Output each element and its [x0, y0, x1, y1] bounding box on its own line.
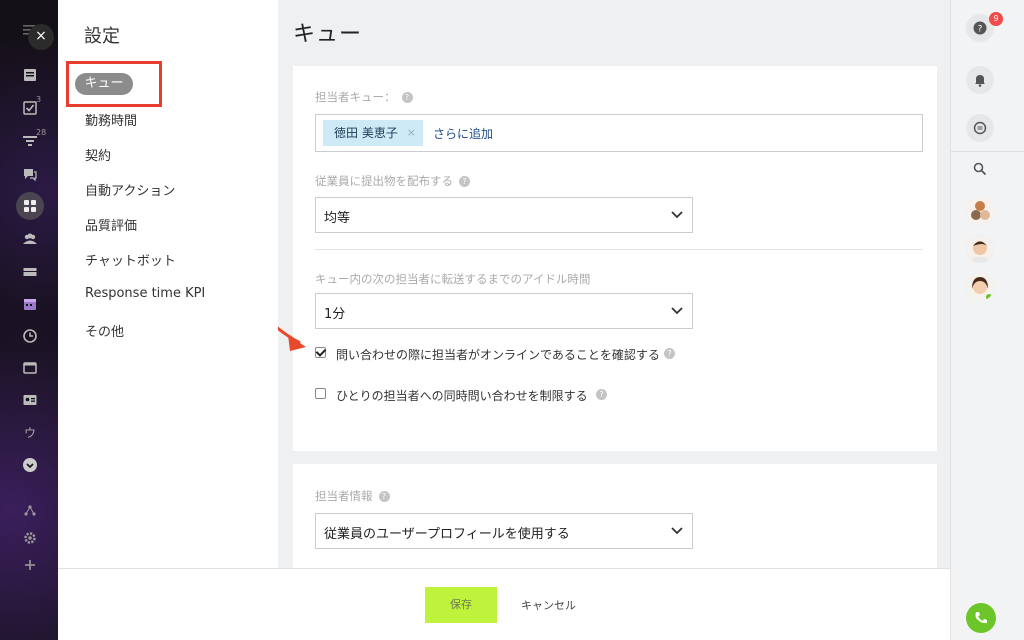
page-title: キュー: [293, 22, 363, 47]
user-avatar[interactable]: [966, 235, 994, 263]
nav-item-other[interactable]: その他: [85, 321, 124, 340]
help-icon[interactable]: ?: [664, 348, 675, 359]
settings-title: 設定: [84, 26, 120, 47]
distribute-select[interactable]: 均等: [315, 197, 693, 233]
calendar-icon[interactable]: [22, 296, 38, 312]
left-app-rail: × 3 28 ウ: [0, 0, 58, 640]
close-settings-button[interactable]: ×: [28, 24, 54, 50]
network-icon[interactable]: [22, 503, 38, 519]
nav-item-quality-rating[interactable]: 品質評価: [85, 215, 137, 234]
queue-settings-card: 担当者キュー：? 徳田 美恵子 × さらに追加 従業員に提出物を配布する? 均等…: [293, 66, 937, 451]
save-button[interactable]: 保存: [425, 587, 497, 623]
nav-item-working-hours[interactable]: 勤務時間: [85, 110, 137, 129]
chat-bubble-icon: [973, 121, 987, 135]
help-icon[interactable]: ?: [378, 491, 390, 502]
chevron-down-icon: [671, 211, 683, 219]
more-chevron-icon[interactable]: [22, 457, 38, 473]
window-icon[interactable]: [22, 360, 38, 376]
help-icon[interactable]: ?: [596, 389, 607, 400]
filter-count-badge: 28: [36, 128, 47, 137]
check-limit-row: ひとりの担当者への同時問い合わせを制限する ?: [315, 387, 615, 403]
check-online-row: 問い合わせの際に担当者がオンラインであることを確認する ?: [315, 346, 695, 362]
search-button[interactable]: [966, 155, 994, 183]
search-icon: [973, 162, 987, 176]
id-card-icon[interactable]: [22, 392, 38, 408]
divider: [315, 249, 923, 250]
check-online-label: 問い合わせの際に担当者がオンラインであることを確認する: [336, 348, 660, 362]
contacts-icon[interactable]: [22, 231, 38, 247]
settings-nav: 設定 キュー 勤務時間 契約 自動アクション 品質評価 チャットボット Resp…: [58, 0, 278, 640]
settings-gear-icon[interactable]: [22, 530, 38, 546]
red-arrow-annotation: [278, 326, 306, 351]
queue-label: 担当者キュー：?: [315, 89, 413, 105]
chat-icon[interactable]: [22, 166, 38, 182]
messages-button[interactable]: [966, 114, 994, 142]
check-limit-label: ひとりの担当者への同時問い合わせを制限する: [336, 389, 588, 403]
footer-bar: 保存 キャンセル: [58, 568, 950, 640]
nav-item-response-time-kpi[interactable]: Response time KPI: [85, 286, 205, 301]
idle-time-select[interactable]: 1分: [315, 293, 693, 329]
agent-tag: 徳田 美恵子 ×: [323, 120, 423, 146]
nav-item-chatbot[interactable]: チャットボット: [85, 250, 176, 269]
inbox-icon[interactable]: [22, 264, 38, 280]
letter-menu-item[interactable]: ウ: [22, 424, 38, 440]
call-button[interactable]: [966, 603, 996, 633]
agent-info-select[interactable]: 従業員のユーザープロフィールを使用する: [315, 513, 693, 549]
group-avatar[interactable]: [966, 197, 994, 225]
remove-tag-icon[interactable]: ×: [407, 120, 416, 146]
clock-icon[interactable]: [22, 328, 38, 344]
cancel-button[interactable]: キャンセル: [521, 597, 576, 613]
nav-item-auto-actions[interactable]: 自動アクション: [85, 180, 175, 199]
nav-item-contract[interactable]: 契約: [85, 145, 111, 164]
svg-text:?: ?: [978, 25, 983, 35]
queue-agents-input[interactable]: 徳田 美恵子 × さらに追加: [315, 114, 923, 152]
check-limit-checkbox[interactable]: [315, 388, 326, 399]
feed-icon[interactable]: [22, 67, 38, 83]
main-content: キュー 担当者キュー：? 徳田 美恵子 × さらに追加 従業員に提出物を配布する…: [278, 0, 950, 640]
nav-item-queue[interactable]: キュー: [75, 73, 133, 95]
add-more-link[interactable]: さらに追加: [433, 125, 493, 142]
distribute-label: 従業員に提出物を配布する?: [315, 173, 470, 189]
chevron-down-icon: [671, 307, 683, 315]
user-avatar[interactable]: [966, 273, 994, 301]
agent-info-card: 担当者情報? 従業員のユーザープロフィールを使用する: [293, 464, 937, 584]
right-rail-divider: [951, 151, 1024, 152]
idle-time-label: キュー内の次の担当者に転送するまでのアイドル時間: [315, 272, 591, 286]
notifications-button[interactable]: [966, 66, 994, 94]
apps-grid-icon[interactable]: [22, 198, 38, 214]
agent-info-label: 担当者情報?: [315, 488, 390, 504]
right-rail: ? 9: [950, 0, 1024, 640]
tasks-count-badge: 3: [36, 95, 42, 104]
add-icon[interactable]: [22, 557, 38, 573]
phone-icon: [975, 612, 987, 624]
help-icon[interactable]: ?: [401, 92, 413, 103]
help-icon[interactable]: ?: [459, 176, 470, 187]
chevron-down-icon: [671, 527, 683, 535]
help-notification-badge: 9: [989, 12, 1003, 26]
bell-icon: [975, 75, 985, 87]
